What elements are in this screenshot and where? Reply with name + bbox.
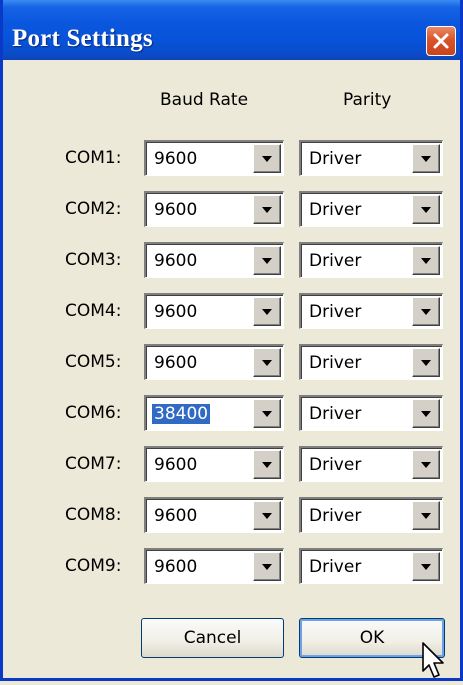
baud-rate-value: 9600: [154, 251, 198, 271]
port-row: COM1: 9600 Driver: [3, 140, 460, 176]
baud-rate-select[interactable]: 38400: [144, 395, 284, 431]
port-label: COM3:: [65, 250, 122, 270]
chevron-down-icon: [420, 563, 432, 571]
parity-dropdown-button[interactable]: [412, 450, 440, 479]
chevron-down-icon: [420, 512, 432, 520]
chevron-down-icon: [420, 359, 432, 367]
port-settings-dialog: Port Settings Baud Rate Parity COM1: 9600…: [0, 0, 463, 681]
chevron-down-icon: [261, 308, 273, 316]
port-row: COM7: 9600 Driver: [3, 446, 460, 482]
chevron-down-icon: [261, 461, 273, 469]
baud-dropdown-button[interactable]: [253, 450, 281, 479]
chevron-down-icon: [261, 206, 273, 214]
parity-value: Driver: [309, 404, 362, 424]
parity-dropdown-button[interactable]: [412, 501, 440, 530]
port-row: COM9: 9600 Driver: [3, 548, 460, 584]
cancel-button[interactable]: Cancel: [141, 618, 284, 658]
chevron-down-icon: [261, 257, 273, 265]
baud-dropdown-button[interactable]: [253, 399, 281, 428]
baud-rate-value: 9600: [154, 455, 198, 475]
parity-value: Driver: [309, 353, 362, 373]
parity-value: Driver: [309, 557, 362, 577]
port-label: COM2:: [65, 199, 122, 219]
baud-rate-value: 9600: [154, 506, 198, 526]
baud-dropdown-button[interactable]: [253, 297, 281, 326]
baud-rate-select[interactable]: 9600: [144, 497, 284, 533]
chevron-down-icon: [261, 410, 273, 418]
baud-rate-value: 9600: [154, 302, 198, 322]
chevron-down-icon: [420, 155, 432, 163]
baud-rate-select[interactable]: 9600: [144, 293, 284, 329]
baud-rate-select[interactable]: 9600: [144, 344, 284, 380]
parity-value: Driver: [309, 200, 362, 220]
baud-dropdown-button[interactable]: [253, 501, 281, 530]
parity-dropdown-button[interactable]: [412, 144, 440, 173]
parity-value: Driver: [309, 149, 362, 169]
baud-rate-select[interactable]: 9600: [144, 242, 284, 278]
parity-select[interactable]: Driver: [299, 548, 443, 584]
mouse-pointer-icon: [421, 641, 447, 685]
port-label: COM6:: [65, 403, 122, 423]
port-row: COM4: 9600 Driver: [3, 293, 460, 329]
parity-header: Parity: [343, 90, 392, 110]
parity-value: Driver: [309, 302, 362, 322]
baud-dropdown-button[interactable]: [253, 195, 281, 224]
parity-value: Driver: [309, 251, 362, 271]
chevron-down-icon: [420, 206, 432, 214]
baud-rate-value: 9600: [154, 353, 198, 373]
parity-value: Driver: [309, 506, 362, 526]
parity-select[interactable]: Driver: [299, 395, 443, 431]
baud-rate-value: 9600: [154, 200, 198, 220]
baud-rate-value: 38400: [150, 403, 212, 425]
baud-dropdown-button[interactable]: [253, 144, 281, 173]
parity-select[interactable]: Driver: [299, 293, 443, 329]
port-label: COM1:: [65, 148, 122, 168]
port-label: COM8:: [65, 505, 122, 525]
chevron-down-icon: [261, 563, 273, 571]
close-button[interactable]: [426, 26, 456, 56]
title-bar[interactable]: Port Settings: [3, 0, 460, 60]
port-row: COM5: 9600 Driver: [3, 344, 460, 380]
parity-select[interactable]: Driver: [299, 191, 443, 227]
parity-dropdown-button[interactable]: [412, 246, 440, 275]
baud-dropdown-button[interactable]: [253, 552, 281, 581]
baud-rate-value: 9600: [154, 557, 198, 577]
close-icon: [432, 32, 450, 50]
parity-select[interactable]: Driver: [299, 242, 443, 278]
parity-dropdown-button[interactable]: [412, 297, 440, 326]
parity-dropdown-button[interactable]: [412, 399, 440, 428]
baud-rate-header: Baud Rate: [160, 90, 249, 110]
baud-rate-value: 9600: [154, 149, 198, 169]
port-label: COM9:: [65, 556, 122, 576]
parity-select[interactable]: Driver: [299, 140, 443, 176]
port-label: COM4:: [65, 301, 122, 321]
baud-rate-select[interactable]: 9600: [144, 548, 284, 584]
port-row: COM6: 38400 Driver: [3, 395, 460, 431]
port-row: COM2: 9600 Driver: [3, 191, 460, 227]
chevron-down-icon: [420, 257, 432, 265]
chevron-down-icon: [261, 512, 273, 520]
baud-dropdown-button[interactable]: [253, 246, 281, 275]
window-title: Port Settings: [12, 25, 153, 52]
baud-dropdown-button[interactable]: [253, 348, 281, 377]
parity-dropdown-button[interactable]: [412, 552, 440, 581]
parity-select[interactable]: Driver: [299, 344, 443, 380]
parity-dropdown-button[interactable]: [412, 195, 440, 224]
parity-value: Driver: [309, 455, 362, 475]
chevron-down-icon: [420, 410, 432, 418]
port-label: COM5:: [65, 352, 122, 372]
port-row: COM8: 9600 Driver: [3, 497, 460, 533]
parity-select[interactable]: Driver: [299, 446, 443, 482]
baud-rate-select[interactable]: 9600: [144, 140, 284, 176]
chevron-down-icon: [261, 359, 273, 367]
chevron-down-icon: [420, 308, 432, 316]
chevron-down-icon: [420, 461, 432, 469]
parity-dropdown-button[interactable]: [412, 348, 440, 377]
parity-select[interactable]: Driver: [299, 497, 443, 533]
baud-rate-select[interactable]: 9600: [144, 446, 284, 482]
chevron-down-icon: [261, 155, 273, 163]
port-row: COM3: 9600 Driver: [3, 242, 460, 278]
baud-rate-select[interactable]: 9600: [144, 191, 284, 227]
port-label: COM7:: [65, 454, 122, 474]
